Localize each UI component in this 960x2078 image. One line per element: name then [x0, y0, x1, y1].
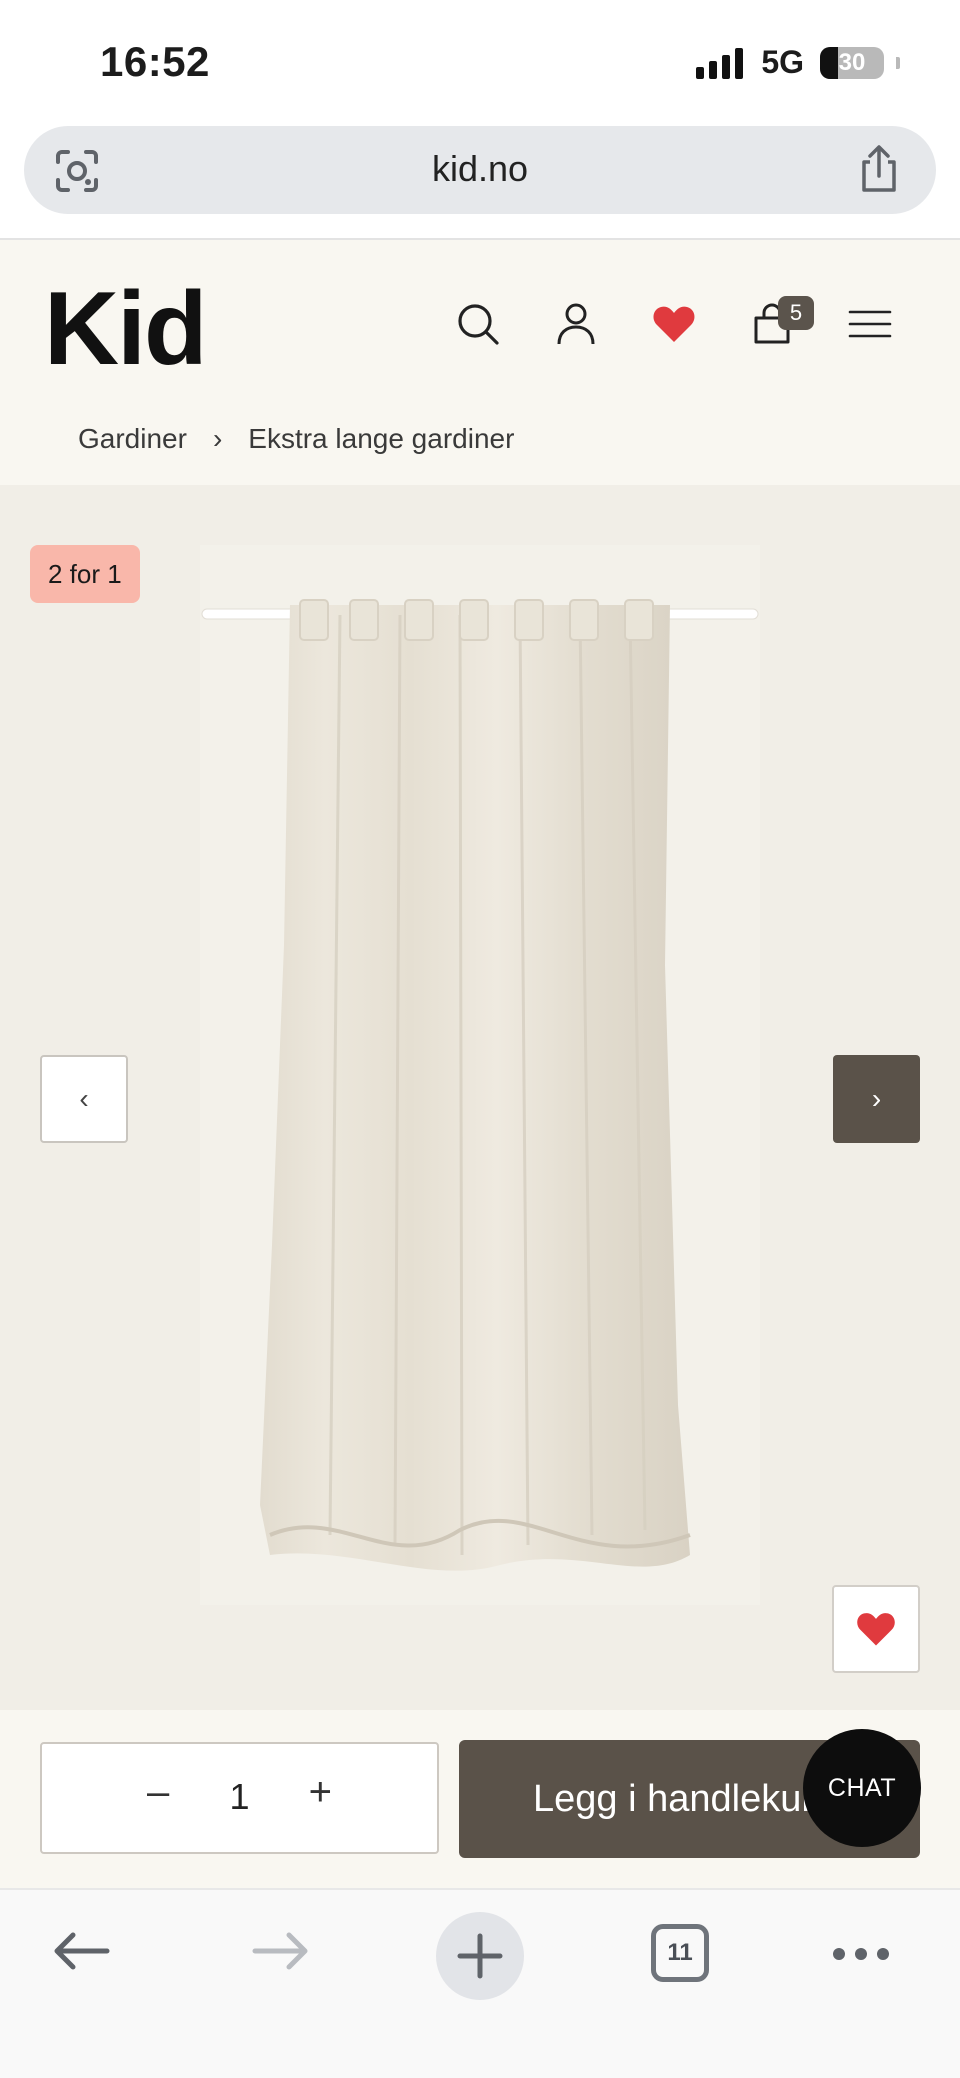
status-bar: 16:52 5G 30: [0, 0, 960, 120]
status-indicators: 5G 30: [696, 44, 900, 81]
forward-button[interactable]: [246, 1916, 316, 1986]
chevron-right-icon: ›: [212, 423, 223, 454]
arrow-right-icon: [252, 1932, 308, 1970]
account-icon[interactable]: [552, 300, 600, 348]
tab-count: 11: [667, 1939, 693, 1966]
battery-percent: 30: [838, 48, 866, 76]
menu-icon[interactable]: [846, 300, 894, 348]
back-button[interactable]: [46, 1916, 116, 1986]
tabs-button[interactable]: 11: [651, 1924, 709, 1982]
share-icon[interactable]: [856, 144, 902, 194]
search-icon[interactable]: [454, 300, 502, 348]
chevron-right-icon: ›: [871, 1083, 882, 1114]
breadcrumb: Gardiner › Ekstra lange gardiner: [78, 423, 514, 455]
chat-label: CHAT: [827, 1773, 897, 1802]
battery-tip: [896, 56, 900, 69]
previous-image-button[interactable]: ‹: [40, 1055, 128, 1143]
site-logo[interactable]: Kid: [44, 270, 208, 389]
breadcrumb-item[interactable]: Gardiner: [78, 423, 187, 455]
quantity-stepper: – 1 +: [40, 1742, 439, 1854]
chat-button[interactable]: CHAT: [803, 1729, 921, 1847]
add-to-cart-label: Legg i handlekurv: [533, 1777, 833, 1820]
browser-toolbar: 11: [0, 1888, 960, 2078]
plus-icon: [457, 1933, 503, 1979]
heart-icon: [857, 1613, 895, 1646]
site-header: Kid 5 Gardiner › Ekstra lange gardiner: [0, 240, 960, 485]
address-bar[interactable]: kid.no: [24, 126, 936, 214]
network-label: 5G: [761, 44, 804, 80]
chevron-left-icon: ‹: [79, 1083, 89, 1114]
more-options-icon[interactable]: [833, 1948, 889, 1960]
breadcrumb-item[interactable]: Ekstra lange gardiner: [248, 423, 514, 455]
arrow-left-icon: [54, 1932, 110, 1970]
signal-icon: [696, 47, 744, 79]
new-tab-button[interactable]: [436, 1912, 524, 2000]
heart-icon[interactable]: [650, 300, 698, 348]
quantity-value[interactable]: 1: [42, 1776, 437, 1818]
product-gallery: 2 for 1 ‹ ›: [0, 485, 960, 1710]
purchase-bar: – 1 + Legg i handlekurv CHAT: [0, 1710, 960, 1888]
battery-icon: 30: [820, 46, 884, 79]
status-time: 16:52: [100, 38, 210, 85]
add-to-wishlist-button[interactable]: [832, 1585, 920, 1673]
cart-count-badge: 5: [778, 296, 814, 330]
url-text[interactable]: kid.no: [24, 148, 936, 190]
product-image[interactable]: [200, 545, 760, 1605]
next-image-button[interactable]: ›: [833, 1055, 920, 1143]
increase-quantity-button[interactable]: +: [309, 1770, 332, 1815]
promo-badge: 2 for 1: [30, 545, 140, 603]
